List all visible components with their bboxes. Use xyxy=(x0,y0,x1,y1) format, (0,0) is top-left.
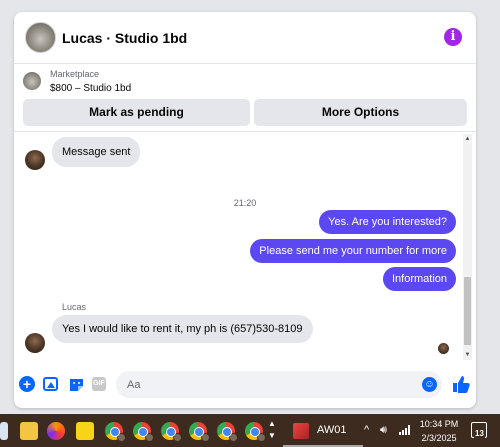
message-input[interactable] xyxy=(116,371,442,398)
scroll-down-icon[interactable]: ▼ xyxy=(463,350,472,360)
message-bubble-outgoing[interactable]: Please send me your number for more xyxy=(250,239,456,263)
listing-price-title: $800 – Studio 1bd xyxy=(50,83,132,94)
conversation-title[interactable]: Lucas · Studio 1bd xyxy=(62,30,187,46)
contact-avatar[interactable] xyxy=(25,22,56,53)
marketplace-listing[interactable]: Marketplace $800 – Studio 1bd xyxy=(14,65,476,97)
file-icon[interactable] xyxy=(0,422,8,440)
chevron-up-down-icon[interactable]: ▲ ▼ xyxy=(268,418,278,442)
mark-as-pending-button[interactable]: Mark as pending xyxy=(23,99,250,126)
sticky-notes-icon[interactable] xyxy=(76,422,94,440)
notification-count: 13 xyxy=(474,429,485,438)
scroll-up-icon[interactable]: ▲ xyxy=(463,134,472,144)
chrome-icon[interactable] xyxy=(189,422,210,442)
sender-avatar xyxy=(25,333,45,353)
sender-avatar xyxy=(25,150,45,170)
taskbar-app-label: AW01 xyxy=(317,424,347,436)
folder-icon[interactable] xyxy=(20,422,38,440)
wifi-icon[interactable] xyxy=(398,424,410,439)
message-timestamp: 21:20 xyxy=(233,198,257,208)
message-list: Message sent 21:20 Yes. Are you interest… xyxy=(14,132,476,364)
sender-name: Lucas xyxy=(62,302,87,312)
info-icon[interactable]: i xyxy=(444,28,462,46)
taskbar-app-aw01[interactable]: AW01 xyxy=(283,414,363,447)
message-bubble-incoming[interactable]: Yes I would like to rent it, my ph is (6… xyxy=(52,315,313,343)
chat-window: Lucas · Studio 1bd i Marketplace $800 – … xyxy=(14,12,476,408)
message-bubble-incoming[interactable]: Message sent xyxy=(52,137,141,167)
more-options-button[interactable]: More Options xyxy=(254,99,467,126)
chat-header[interactable]: Lucas · Studio 1bd i xyxy=(14,12,476,64)
message-bubble-outgoing[interactable]: Yes. Are you interested? xyxy=(319,210,456,234)
chrome-icon[interactable] xyxy=(245,422,266,442)
emoji-icon[interactable]: ☺ xyxy=(422,377,437,392)
chrome-icon[interactable] xyxy=(161,422,182,442)
chevron-up-icon[interactable]: ^ xyxy=(364,424,369,436)
image-icon[interactable] xyxy=(43,377,58,391)
message-composer: + GIF ☺ xyxy=(14,364,476,408)
scroll-thumb[interactable] xyxy=(464,277,471,345)
volume-icon[interactable]: 🔊︎ xyxy=(380,424,387,437)
app-icon xyxy=(293,423,309,439)
gif-icon[interactable]: GIF xyxy=(92,377,106,391)
chrome-icon[interactable] xyxy=(133,422,154,442)
plus-icon[interactable]: + xyxy=(19,376,35,392)
taskbar: ▲ ▼ AW01 ^ 🔊︎ 10:34 PM 2/3/2025 13 xyxy=(0,414,500,447)
listing-thumbnail xyxy=(23,72,41,90)
chrome-icon[interactable] xyxy=(217,422,238,442)
read-receipt-avatar xyxy=(438,343,449,354)
firefox-icon[interactable] xyxy=(47,422,65,440)
chrome-icon[interactable] xyxy=(105,422,126,442)
clock-time[interactable]: 10:34 PM xyxy=(417,419,461,429)
message-bubble-outgoing[interactable]: Information xyxy=(382,267,456,291)
listing-label: Marketplace xyxy=(50,69,100,79)
sticker-icon[interactable] xyxy=(68,376,85,393)
like-icon[interactable] xyxy=(451,374,471,394)
message-scrollbar[interactable]: ▲ ▼ xyxy=(463,134,472,360)
clock-date[interactable]: 2/3/2025 xyxy=(417,433,461,443)
